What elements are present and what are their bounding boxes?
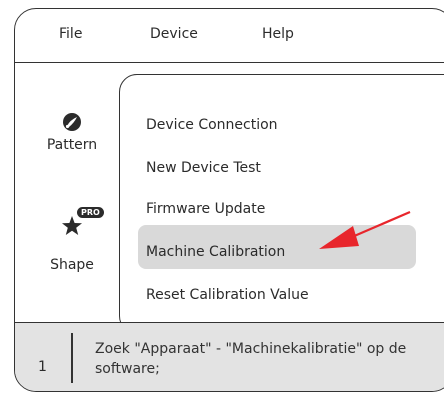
menu-bar: File Device Help bbox=[15, 9, 444, 63]
red-arrow-icon bbox=[319, 210, 411, 249]
step-number: 1 bbox=[38, 359, 47, 375]
step-instruction: Zoek "Apparaat" - "Machinekalibratie" op… bbox=[95, 341, 407, 377]
menu-item-device-connection[interactable]: Device Connection bbox=[146, 117, 278, 133]
step-footer: 1 Zoek "Apparaat" - "Machinekalibratie" … bbox=[15, 322, 444, 391]
app-window-frame: File Device Help Pattern PRO Shape Devic… bbox=[14, 8, 444, 392]
pattern-label: Pattern bbox=[46, 137, 98, 153]
menu-help[interactable]: Help bbox=[262, 26, 294, 42]
pattern-button[interactable]: Pattern bbox=[27, 111, 117, 153]
menu-device[interactable]: Device bbox=[150, 26, 198, 42]
menu-item-new-device-test[interactable]: New Device Test bbox=[146, 160, 261, 176]
shape-button[interactable]: PRO Shape bbox=[27, 207, 117, 273]
star-icon bbox=[62, 216, 82, 235]
shape-label: Shape bbox=[50, 257, 94, 273]
menu-item-machine-calibration[interactable]: Machine Calibration bbox=[146, 244, 285, 260]
menu-item-firmware-update[interactable]: Firmware Update bbox=[146, 201, 265, 217]
menu-file[interactable]: File bbox=[59, 26, 82, 42]
brush-circle-icon bbox=[63, 113, 81, 131]
menu-item-reset-calibration-value[interactable]: Reset Calibration Value bbox=[146, 287, 309, 303]
step-divider bbox=[71, 333, 73, 383]
